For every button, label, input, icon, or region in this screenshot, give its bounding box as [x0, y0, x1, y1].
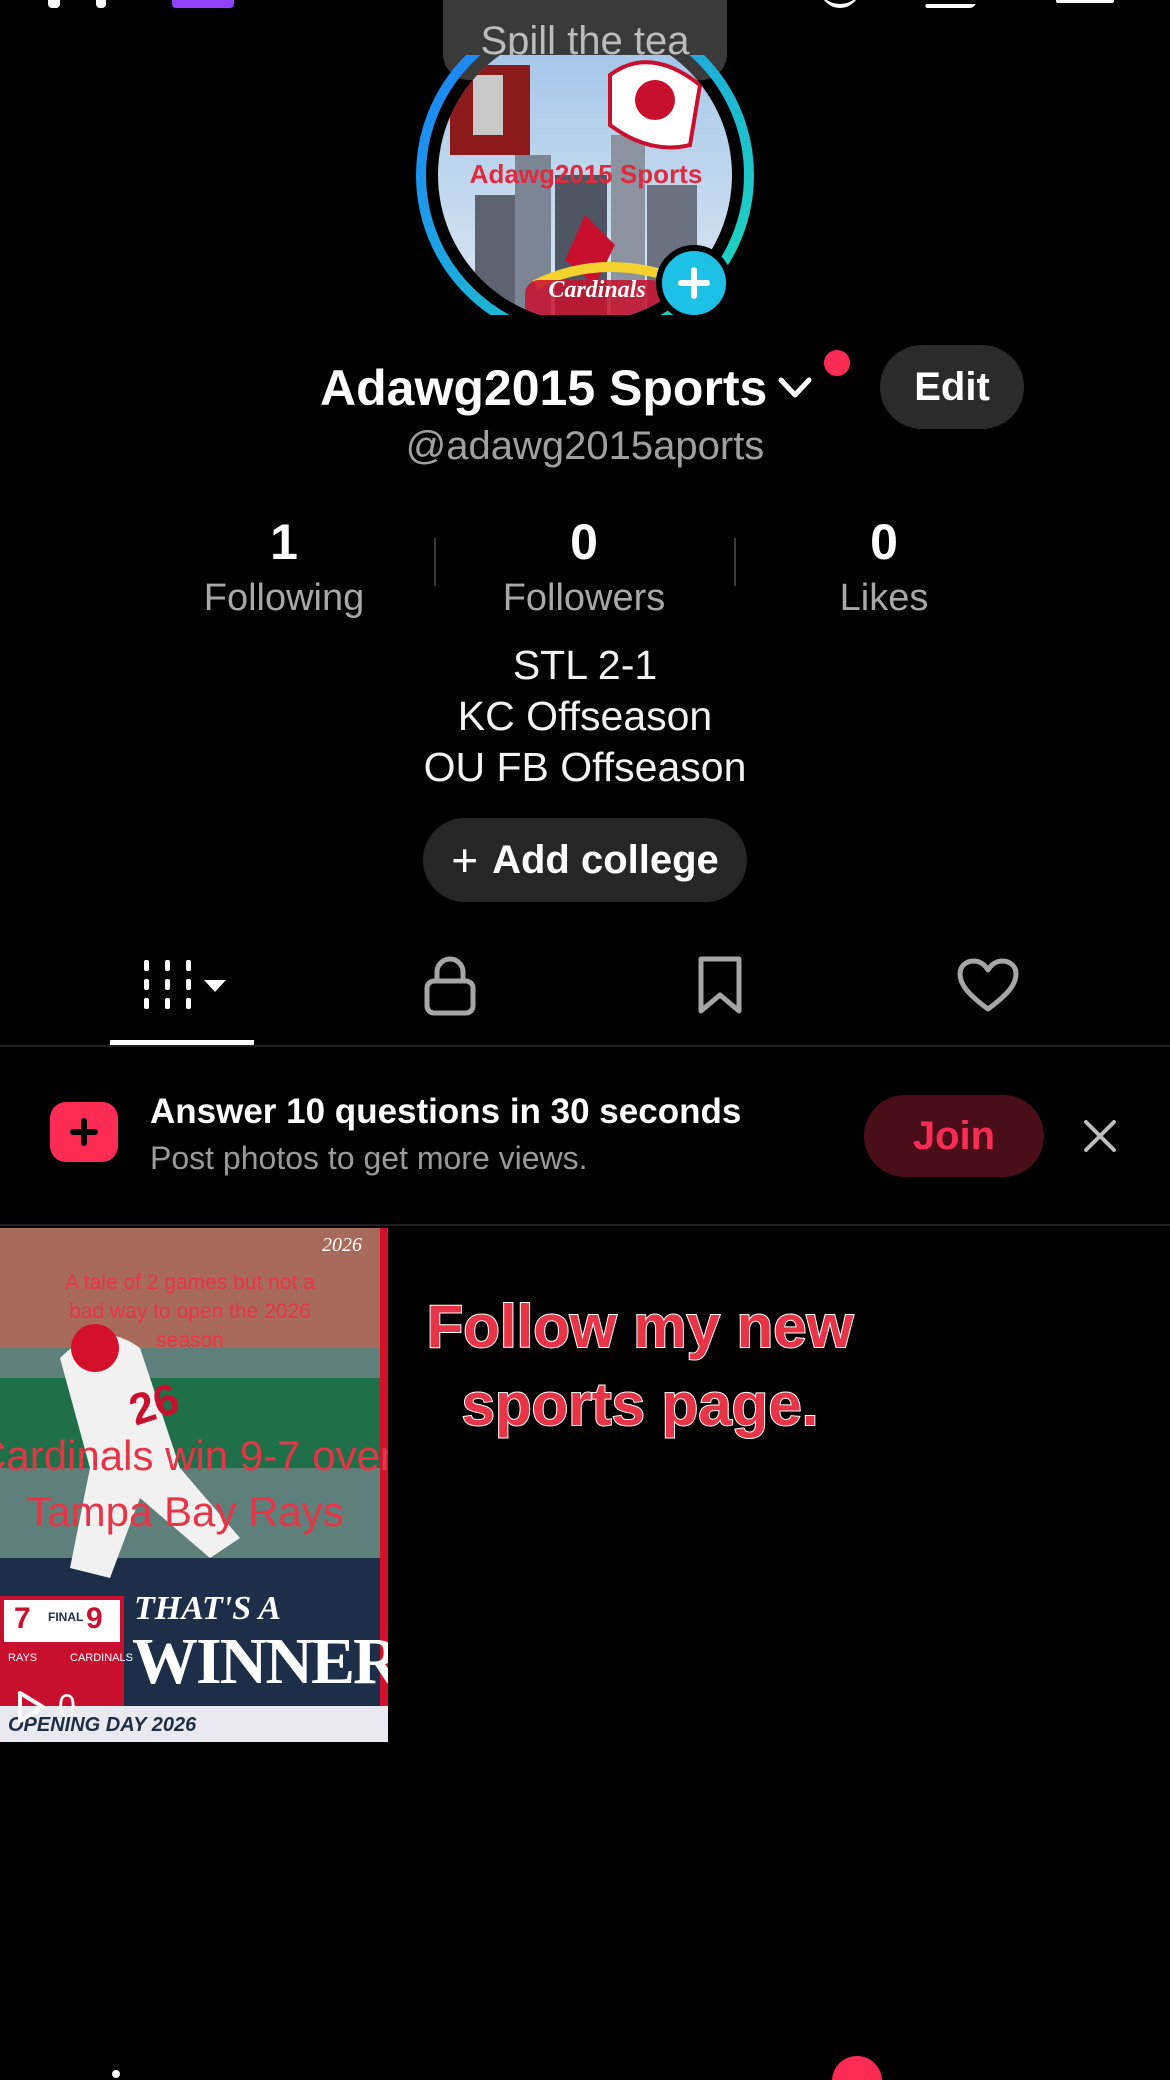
- thumb-banner-top: THAT'S A: [134, 1590, 282, 1627]
- add-college-label: Add college: [492, 837, 719, 882]
- promo-divider: [0, 1224, 1170, 1226]
- avatar-logo-text: Cardinals: [548, 277, 646, 303]
- menu-icon[interactable]: [1056, 0, 1114, 3]
- play-icon: [18, 1690, 45, 1723]
- plus-icon: +: [451, 834, 479, 886]
- play-count: 0: [16, 1688, 76, 1725]
- profile-name: Adawg2015 Sports: [320, 360, 768, 416]
- status-bar-glyph: [48, 0, 60, 8]
- thumb-score-status: FINAL: [48, 1610, 84, 1624]
- lock-icon: [424, 956, 476, 1016]
- chevron-down-icon[interactable]: [777, 370, 813, 406]
- play-count-value: 0: [58, 1688, 76, 1724]
- avatar-overlay-text: Adawg2015 Sports: [469, 159, 703, 189]
- grid-icon: [144, 960, 226, 1009]
- edit-profile-button[interactable]: Edit: [880, 345, 1024, 429]
- add-post-promo-icon: [50, 1096, 118, 1162]
- profile-page: Spill the tea Adawg2015 Sports Cardinals…: [0, 0, 1170, 2080]
- stat-label: Following: [203, 577, 365, 619]
- tab-videos[interactable]: [110, 950, 254, 1022]
- thumb-banner: WINNER: [132, 1625, 388, 1698]
- thumb-team-home: CARDINALS: [70, 1652, 133, 1664]
- thumb-score-home: 9: [86, 1602, 103, 1635]
- inbox-badge: [832, 2056, 882, 2080]
- add-avatar-button[interactable]: [656, 245, 732, 321]
- thumb-headline: Cardinals win 9-7 over Tampa Bay Rays: [0, 1432, 388, 1535]
- join-button[interactable]: Join: [864, 1095, 1044, 1177]
- bookmark-icon: [698, 956, 742, 1014]
- stat-followers[interactable]: 0 Followers: [444, 510, 724, 622]
- post-caption-text: Follow my new sports page.: [426, 1292, 855, 1439]
- profile-handle: @adawg2015aports: [405, 424, 765, 468]
- promo-subtitle: Post photos to get more views.: [150, 1140, 588, 1176]
- thumb-year: 2026: [322, 1234, 362, 1256]
- bio-line: KC Offseason: [457, 693, 713, 739]
- post-caption: Follow my new sports page.: [330, 1288, 950, 1444]
- footprint-icon[interactable]: [923, 0, 987, 8]
- stat-divider: [434, 538, 436, 586]
- tab-liked[interactable]: [938, 950, 1038, 1022]
- home-nav-icon[interactable]: [112, 2070, 120, 2078]
- add-friends-icon[interactable]: [820, 0, 860, 8]
- tabs-divider: [0, 1045, 1170, 1047]
- thumb-team-away: RAYS: [8, 1652, 38, 1664]
- stat-value: 0: [570, 514, 598, 570]
- profile-name-row[interactable]: Adawg2015 Sports: [320, 352, 813, 424]
- status-bar-glyph: [172, 0, 234, 8]
- stat-label: Followers: [502, 577, 666, 619]
- close-icon[interactable]: [1080, 1116, 1120, 1156]
- thumb-score-away: 7: [14, 1602, 31, 1635]
- stat-following[interactable]: 1 Following: [144, 510, 424, 622]
- notification-dot: [824, 350, 850, 376]
- stat-likes[interactable]: 0 Likes: [744, 510, 1024, 622]
- stat-divider: [734, 538, 736, 586]
- caret-down-icon: [204, 980, 226, 992]
- add-college-button[interactable]: + Add college: [423, 818, 747, 902]
- bio-line: STL 2-1: [512, 642, 658, 688]
- thumb-top-text: A tale of 2 games but not a bad way to o…: [65, 1271, 315, 1352]
- profile-bio: STL 2-1 KC Offseason OU FB Offseason: [0, 640, 1170, 793]
- tab-private[interactable]: [400, 950, 500, 1022]
- stat-value: 0: [870, 514, 898, 570]
- plus-icon: [678, 267, 710, 299]
- status-bar-glyph: [96, 0, 106, 8]
- heart-icon: [957, 958, 1019, 1012]
- stat-value: 1: [270, 514, 298, 570]
- stat-label: Likes: [839, 577, 929, 619]
- bio-line: OU FB Offseason: [423, 744, 747, 790]
- promo-title: Answer 10 questions in 30 seconds: [150, 1092, 742, 1131]
- tab-saved[interactable]: [670, 950, 770, 1022]
